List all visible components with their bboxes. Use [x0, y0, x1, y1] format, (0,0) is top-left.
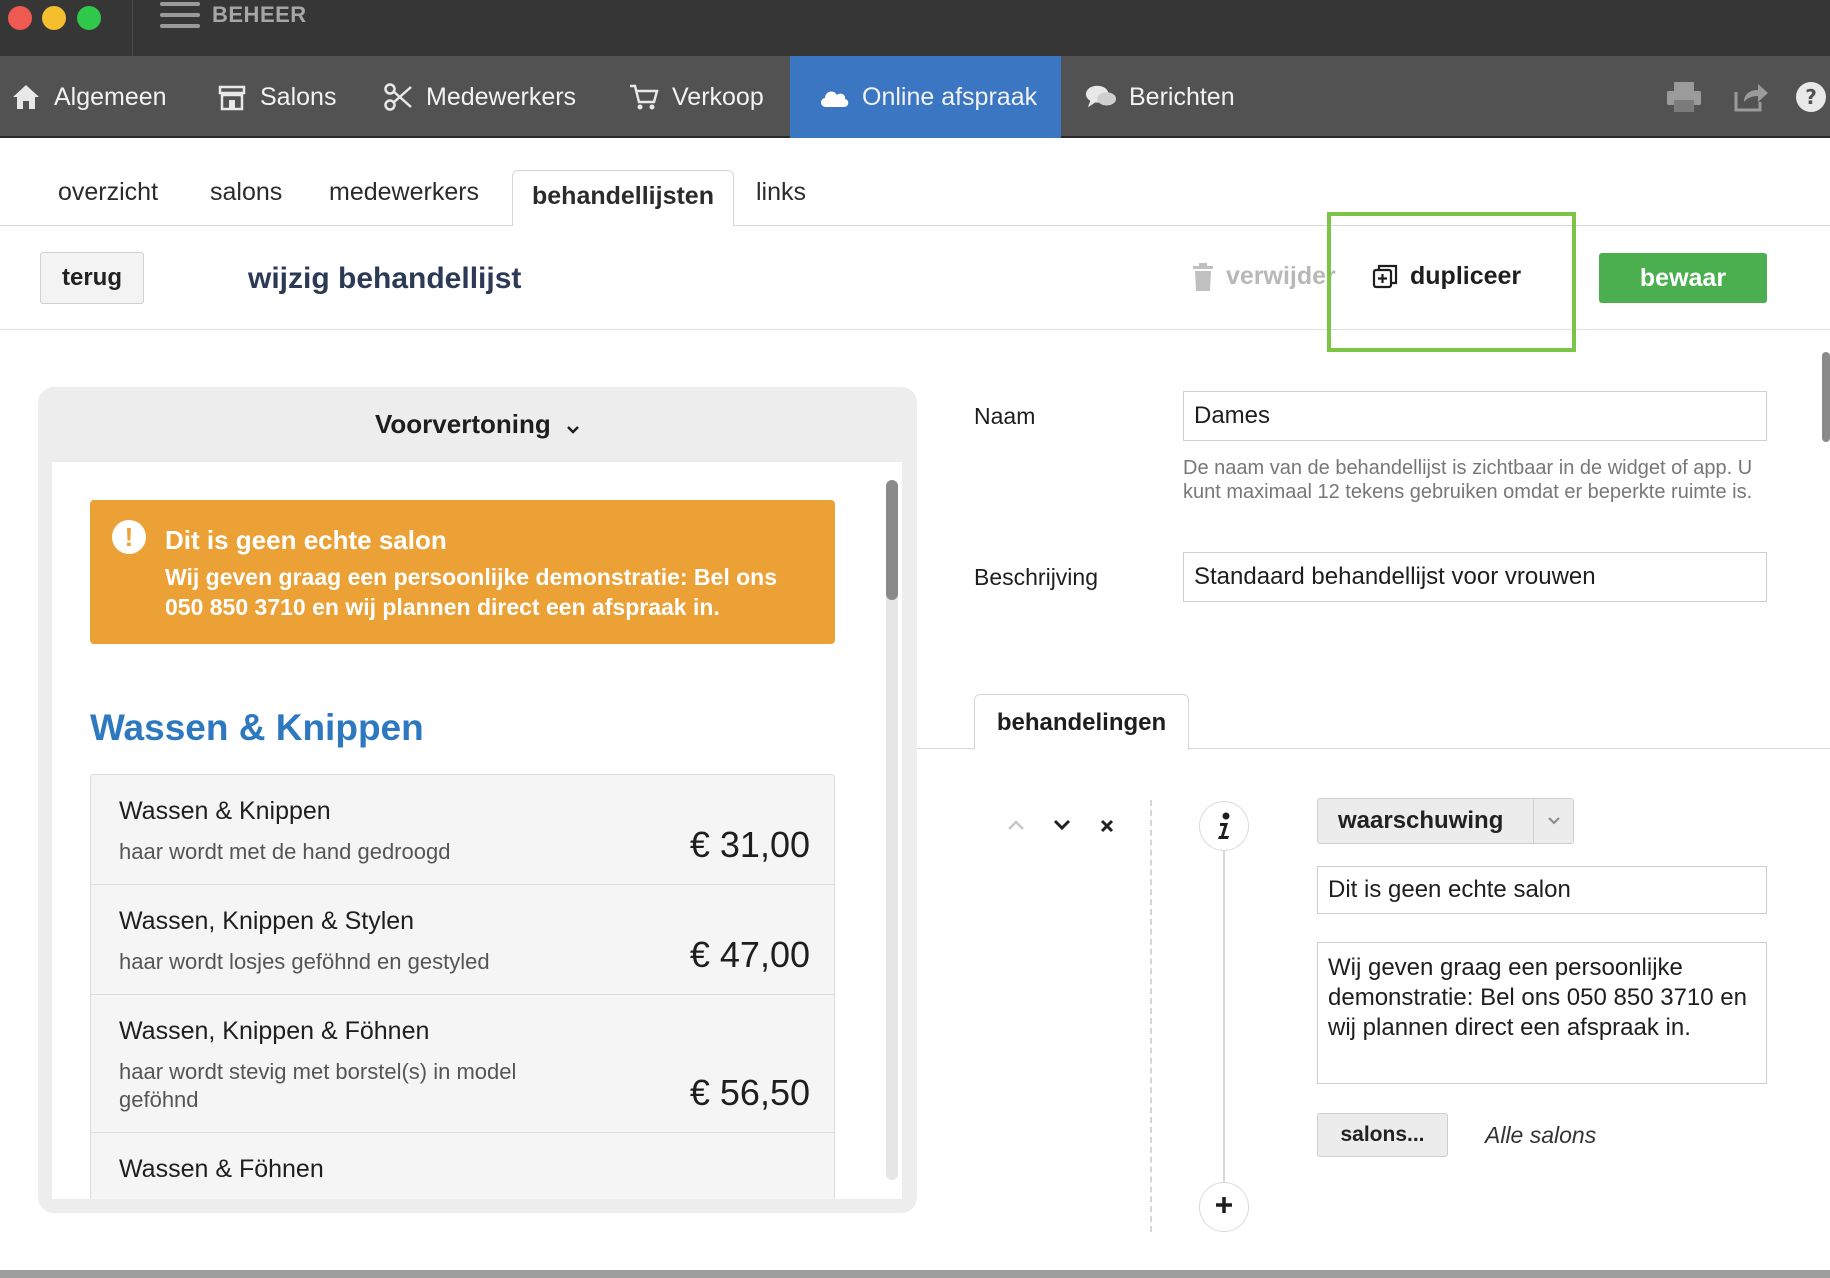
app-title: BEHEER: [212, 2, 307, 27]
nav-item-algemeen[interactable]: Algemeen: [10, 56, 167, 138]
cart-icon: [628, 81, 660, 113]
bottom-bar: [0, 1270, 1830, 1278]
trash-icon: [1192, 262, 1214, 291]
subtab-overzicht[interactable]: overzicht: [58, 178, 158, 207]
preview-header[interactable]: Voorvertoning: [38, 409, 917, 442]
beschrijving-input[interactable]: Standaard behandellijst voor vrouwen: [1183, 552, 1767, 602]
service-price: € 47,00: [689, 934, 810, 975]
list-item[interactable]: Wassen & Knippen haar wordt met de hand …: [91, 775, 834, 885]
list-item[interactable]: Wassen & Föhnen: [91, 1133, 834, 1199]
move-down-button[interactable]: [1052, 812, 1072, 838]
plus-icon: [1214, 1195, 1234, 1220]
back-button[interactable]: terug: [40, 252, 144, 304]
beschrijving-label: Beschrijving: [974, 564, 1098, 590]
close-icon: [1099, 814, 1115, 839]
menu-icon[interactable]: [160, 2, 200, 30]
nav-item-verkoop[interactable]: Verkoop: [628, 56, 764, 138]
highlight-frame: [1327, 212, 1576, 352]
nav-item-berichten[interactable]: Berichten: [1085, 56, 1235, 138]
nav-item-medewerkers[interactable]: Medewerkers: [382, 56, 576, 138]
page-scrollbar[interactable]: [1822, 352, 1830, 442]
dashed-divider: [1150, 800, 1152, 1232]
warning-alert: ! Dit is geen echte salon Wij geven graa…: [90, 500, 835, 644]
page-title: wijzig behandellijst: [248, 262, 522, 295]
type-select-value: waarschuwing: [1338, 807, 1504, 834]
service-desc: haar wordt stevig met borstel(s) in mode…: [119, 1059, 517, 1112]
subtab-links[interactable]: links: [756, 178, 806, 207]
timeline-line: [1223, 822, 1225, 1192]
store-icon: [216, 81, 248, 113]
save-button[interactable]: bewaar: [1599, 253, 1767, 303]
chat-icon: [1085, 81, 1117, 113]
preview-panel: Voorvertoning ! Dit is geen echte salon …: [38, 387, 917, 1213]
nav-label: Verkoop: [672, 82, 764, 111]
info-icon: [1199, 801, 1249, 851]
tab-behandelingen[interactable]: behandelingen: [974, 694, 1189, 750]
move-up-button[interactable]: [1006, 812, 1026, 838]
item-text-area[interactable]: Wij geven graag een persoonlijke demonst…: [1317, 942, 1767, 1084]
service-price: € 31,00: [689, 824, 810, 865]
nav-label: Algemeen: [54, 82, 167, 111]
remove-button[interactable]: [1099, 814, 1115, 840]
nav-label: Online afspraak: [862, 82, 1038, 111]
naam-help-text: De naam van de behandellijst is zichtbaa…: [1183, 457, 1753, 503]
delete-label: verwijder: [1226, 262, 1336, 290]
subtab-medewerkers[interactable]: medewerkers: [329, 178, 479, 207]
subtab-salons[interactable]: salons: [210, 178, 282, 207]
nav-label: Berichten: [1129, 82, 1235, 111]
cloud-icon: [818, 81, 850, 113]
service-name: Wassen, Knippen & Föhnen: [119, 1017, 430, 1045]
window-close-button[interactable]: [8, 6, 32, 30]
window-maximize-button[interactable]: [77, 6, 101, 30]
window-minimize-button[interactable]: [42, 6, 66, 30]
service-desc: haar wordt met de hand gedroogd: [119, 839, 451, 864]
svg-text:?: ?: [1805, 85, 1817, 109]
nav-item-salons[interactable]: Salons: [216, 56, 336, 138]
salons-value: Alle salons: [1485, 1122, 1597, 1148]
nav-item-online-afspraak[interactable]: Online afspraak: [790, 56, 1061, 138]
alert-text: Wij geven graag een persoonlijke demonst…: [165, 564, 778, 620]
exclamation-icon: !: [112, 520, 146, 554]
preview-scrollbar[interactable]: [886, 480, 898, 1180]
scissors-icon: [382, 81, 414, 113]
home-icon: [10, 81, 42, 113]
service-desc: haar wordt losjes geföhnd en gestyled: [119, 949, 490, 974]
title-bar: BEHEER: [0, 0, 1830, 56]
share-icon[interactable]: [1732, 80, 1770, 114]
chevron-up-icon: [1006, 812, 1026, 837]
add-item-button[interactable]: [1199, 1182, 1249, 1232]
titlebar-divider: [132, 0, 133, 56]
subtab-behandellijsten[interactable]: behandellijsten: [512, 170, 734, 226]
salons-button[interactable]: salons...: [1317, 1113, 1448, 1157]
main-nav: Algemeen Salons Medewerkers Verkoop Onli…: [0, 56, 1830, 138]
list-item[interactable]: Wassen, Knippen & Stylen haar wordt losj…: [91, 885, 834, 995]
preview-scroll-thumb[interactable]: [886, 480, 898, 600]
service-name: Wassen & Föhnen: [119, 1155, 324, 1183]
print-icon[interactable]: [1665, 80, 1703, 114]
list-item[interactable]: Wassen, Knippen & Föhnen haar wordt stev…: [91, 995, 834, 1133]
service-list: Wassen & Knippen haar wordt met de hand …: [90, 774, 835, 1199]
chevron-down-icon: [1533, 799, 1573, 843]
alert-title: Dit is geen echte salon: [165, 525, 447, 555]
preview-content: ! Dit is geen echte salon Wij geven graa…: [52, 462, 902, 1199]
naam-input[interactable]: Dames: [1183, 391, 1767, 441]
type-select[interactable]: waarschuwing: [1317, 798, 1574, 844]
chevron-down-icon: [1052, 812, 1072, 837]
preview-header-label: Voorvertoning: [375, 409, 551, 439]
nav-label: Medewerkers: [426, 82, 577, 111]
naam-label: Naam: [974, 403, 1036, 429]
service-name: Wassen, Knippen & Stylen: [119, 907, 415, 935]
service-price: € 56,50: [689, 1072, 810, 1113]
help-icon[interactable]: ?: [1794, 80, 1830, 114]
section-title: Wassen & Knippen: [90, 707, 424, 748]
service-name: Wassen & Knippen: [119, 797, 331, 825]
chevron-down-icon: [566, 411, 580, 442]
delete-button[interactable]: verwijder: [1192, 262, 1336, 291]
item-title-input[interactable]: Dit is geen echte salon: [1317, 866, 1767, 914]
nav-label: Salons: [260, 82, 337, 111]
